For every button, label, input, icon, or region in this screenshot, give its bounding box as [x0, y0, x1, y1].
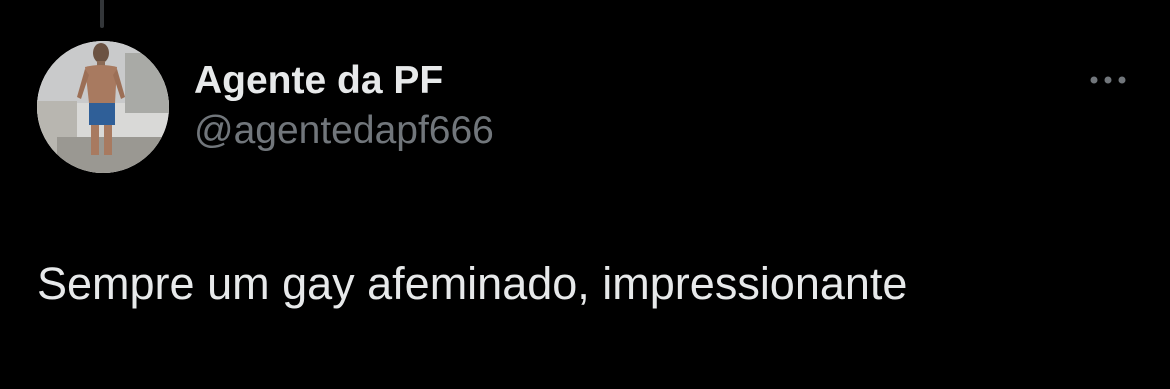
tweet-header: Agente da PF @agentedapf666: [194, 56, 494, 156]
thread-connector-line: [100, 0, 104, 28]
more-options-button[interactable]: [1080, 62, 1136, 98]
avatar[interactable]: [37, 41, 169, 173]
avatar-photo: [37, 41, 169, 173]
author-handle[interactable]: @agentedapf666: [194, 106, 494, 156]
tweet-body-text: Sempre um gay afeminado, impressionante: [37, 258, 908, 309]
author-display-name[interactable]: Agente da PF: [194, 56, 494, 106]
more-horizontal-icon: [1090, 76, 1126, 84]
